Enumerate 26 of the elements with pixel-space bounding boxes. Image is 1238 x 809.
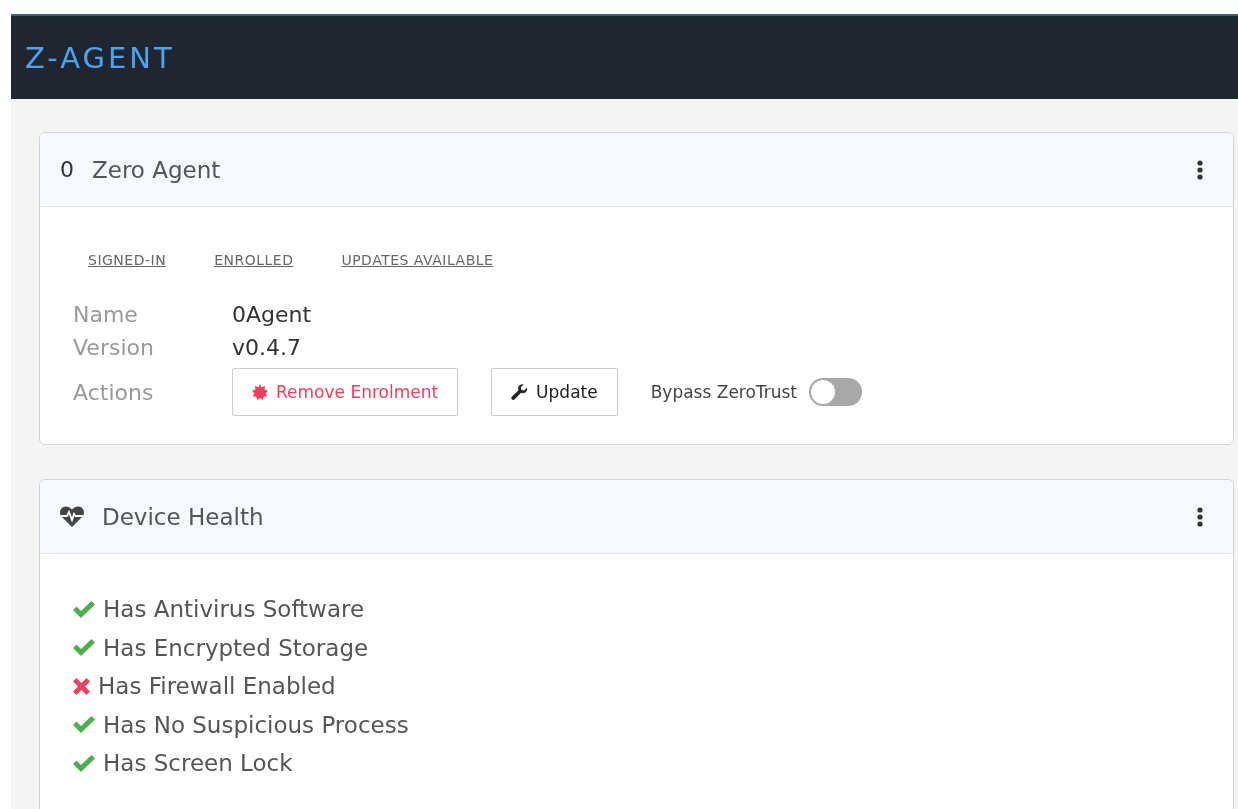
more-options-icon[interactable] [1195, 504, 1205, 529]
health-check-text: Has Encrypted Storage [103, 634, 369, 661]
field-value: 0Agent [232, 302, 313, 327]
burst-icon [252, 384, 268, 400]
toggle-label: Bypass ZeroTrust [650, 382, 798, 402]
health-check-text: Has Firewall Enabled [98, 673, 336, 700]
status-link[interactable]: SIGNED-IN [88, 252, 167, 268]
update-button[interactable]: Update [491, 368, 618, 416]
card-number: 0 [60, 157, 74, 182]
field-label: Version [73, 335, 155, 360]
field-value: v0.4.7 [232, 335, 302, 360]
health-check-text: Has Screen Lock [103, 750, 293, 777]
app-title: Z-AGENT [25, 40, 175, 75]
bypass-toggle[interactable] [809, 378, 863, 406]
health-check-text: Has No Suspicious Process [103, 711, 409, 738]
heart-pulse-icon [60, 506, 84, 527]
remove-enrolment-button[interactable]: Remove Enrolment [232, 368, 459, 416]
health-check-text: Has Antivirus Software [103, 596, 365, 623]
more-options-icon[interactable] [1195, 157, 1205, 182]
card-title: Zero Agent [92, 156, 222, 183]
card-title: Device Health [102, 503, 265, 530]
status-link[interactable]: UPDATES AVAILABLE [341, 252, 494, 268]
field-label: Actions [73, 379, 155, 405]
status-link[interactable]: ENROLLED [214, 252, 294, 268]
field-label: Name [73, 302, 139, 327]
wrench-icon [511, 383, 529, 401]
